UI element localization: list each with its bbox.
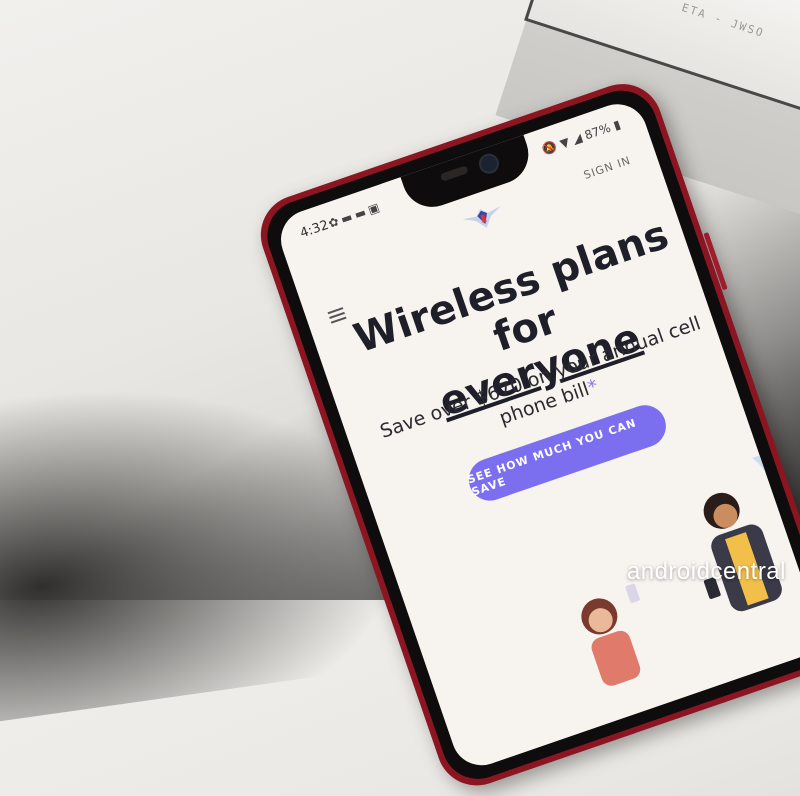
wifi-icon: ▼: [558, 134, 572, 152]
brand-logo-icon[interactable]: [457, 196, 508, 237]
battery-level: 87%: [582, 120, 613, 143]
watermark: androidcentral: [626, 558, 786, 585]
notification-icons: ✿▬▬▣: [326, 199, 385, 231]
battery-icon: ▮: [611, 117, 623, 133]
status-right: 🔕 ▼ ◢ 87% ▮: [540, 117, 622, 157]
signal-icon: ◢: [570, 130, 584, 147]
sign-in-link[interactable]: SIGN IN: [582, 154, 633, 182]
mute-icon: 🔕: [540, 139, 559, 158]
status-time: 4:32: [298, 217, 331, 242]
